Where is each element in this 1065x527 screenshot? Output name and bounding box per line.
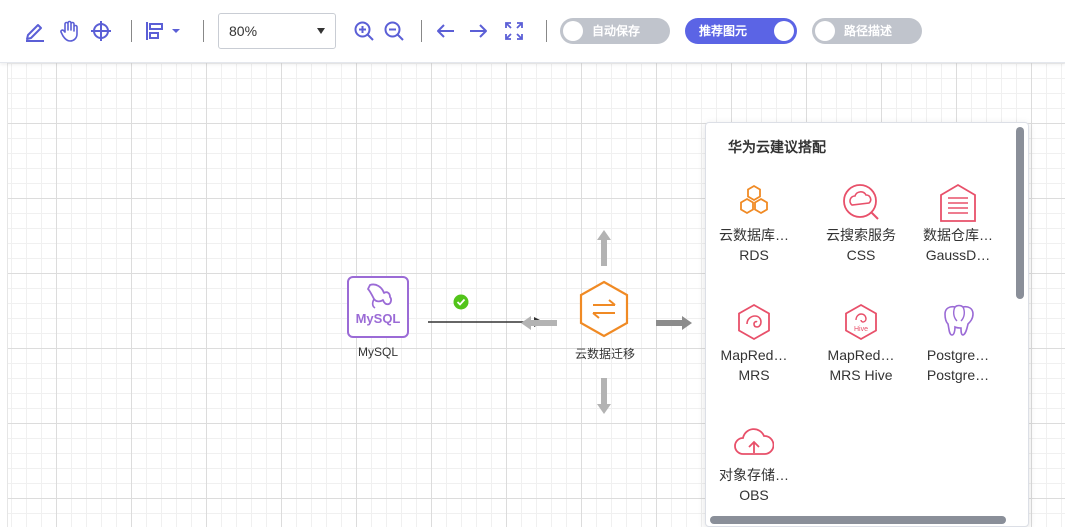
css-icon <box>813 179 909 225</box>
arrow-right-hint-icon[interactable] <box>654 313 694 333</box>
path-desc-toggle[interactable]: 路径描述 <box>812 18 922 44</box>
path-desc-label: 路径描述 <box>844 24 893 38</box>
panel-item-postgres[interactable]: Postgre… Postgre… <box>910 299 1006 385</box>
recommend-label: 推荐图元 <box>699 24 748 38</box>
migration-node-label: 云数据迁移 <box>574 347 635 361</box>
zoom-in-icon[interactable] <box>350 15 378 47</box>
item-subtitle: RDS <box>739 247 769 263</box>
arrow-down-hint-icon[interactable] <box>594 376 614 416</box>
cdm-icon <box>579 280 629 338</box>
item-title: MapRed… <box>720 347 788 363</box>
zoom-out-icon[interactable] <box>380 15 408 47</box>
arrow-up-hint-icon[interactable] <box>594 228 614 268</box>
recommendation-panel: 华为云建议搭配 云数据库… RDS 云搜索服务 CSS 数据仓库… GaussD… <box>705 122 1029 527</box>
item-title: MapRed… <box>827 347 895 363</box>
recommend-toggle[interactable]: 推荐图元 <box>685 18 797 44</box>
align-icon[interactable] <box>142 15 168 47</box>
item-title: 云数据库… <box>719 227 789 243</box>
mrs-hive-icon: Hive <box>813 299 909 345</box>
postgres-icon <box>910 299 1006 345</box>
item-subtitle: MRS Hive <box>829 367 893 383</box>
mysql-icon: MySQL <box>347 276 409 338</box>
toggle-knob <box>815 21 835 41</box>
arrow-left-hint-icon[interactable] <box>519 313 559 333</box>
fit-screen-icon[interactable] <box>500 15 528 47</box>
auto-save-label: 自动保存 <box>592 24 641 38</box>
panel-item-css[interactable]: 云搜索服务 CSS <box>813 179 909 265</box>
dropdown-caret-icon[interactable] <box>168 15 184 47</box>
item-title: 数据仓库… <box>923 227 993 243</box>
item-subtitle: OBS <box>739 487 769 503</box>
check-circle-icon <box>453 294 469 310</box>
chevron-down-icon <box>317 28 325 34</box>
item-subtitle: MRS <box>738 367 770 383</box>
mysql-node-label: MySQL <box>357 345 398 359</box>
item-subtitle: Postgre… <box>926 367 990 383</box>
item-subtitle: CSS <box>846 247 876 263</box>
crosshair-icon[interactable] <box>86 15 116 47</box>
redo-icon[interactable] <box>464 15 492 47</box>
hand-icon[interactable] <box>54 15 84 47</box>
mysql-icon-text: MySQL <box>356 311 401 326</box>
gaussdb-icon <box>910 179 1006 225</box>
mysql-node[interactable]: MySQL <box>346 275 410 339</box>
migration-node[interactable] <box>575 280 633 338</box>
obs-icon <box>706 419 802 465</box>
panel-title: 华为云建议搭配 <box>728 140 826 156</box>
item-subtitle: GaussD… <box>925 247 991 263</box>
rds-icon <box>706 179 802 225</box>
toolbar-separator <box>203 20 204 42</box>
item-title: Postgre… <box>926 347 990 363</box>
horizontal-scrollbar[interactable] <box>710 516 1006 524</box>
panel-item-gaussdb[interactable]: 数据仓库… GaussD… <box>910 179 1006 265</box>
toolbar: 80% 自动保存 推荐图元 路径描述 <box>0 0 1065 63</box>
pen-icon[interactable] <box>20 15 50 47</box>
auto-save-toggle[interactable]: 自动保存 <box>560 18 670 44</box>
panel-item-obs[interactable]: 对象存储… OBS <box>706 419 802 505</box>
zoom-value: 80% <box>229 23 258 39</box>
toggle-knob <box>563 21 583 41</box>
zoom-select[interactable]: 80% <box>218 13 336 49</box>
panel-item-mrs-hive[interactable]: Hive MapRed… MRS Hive <box>813 299 909 385</box>
toggle-knob <box>774 21 794 41</box>
item-title: 云搜索服务 <box>826 227 896 243</box>
toolbar-separator <box>546 20 547 42</box>
undo-icon[interactable] <box>432 15 460 47</box>
panel-item-mrs[interactable]: MapRed… MRS <box>706 299 802 385</box>
mrs-icon <box>706 299 802 345</box>
toolbar-separator <box>421 20 422 42</box>
item-title: 对象存储… <box>719 467 789 483</box>
panel-item-rds[interactable]: 云数据库… RDS <box>706 179 802 265</box>
vertical-scrollbar[interactable] <box>1016 127 1024 299</box>
hive-badge: Hive <box>854 326 868 333</box>
toolbar-separator <box>131 20 132 42</box>
